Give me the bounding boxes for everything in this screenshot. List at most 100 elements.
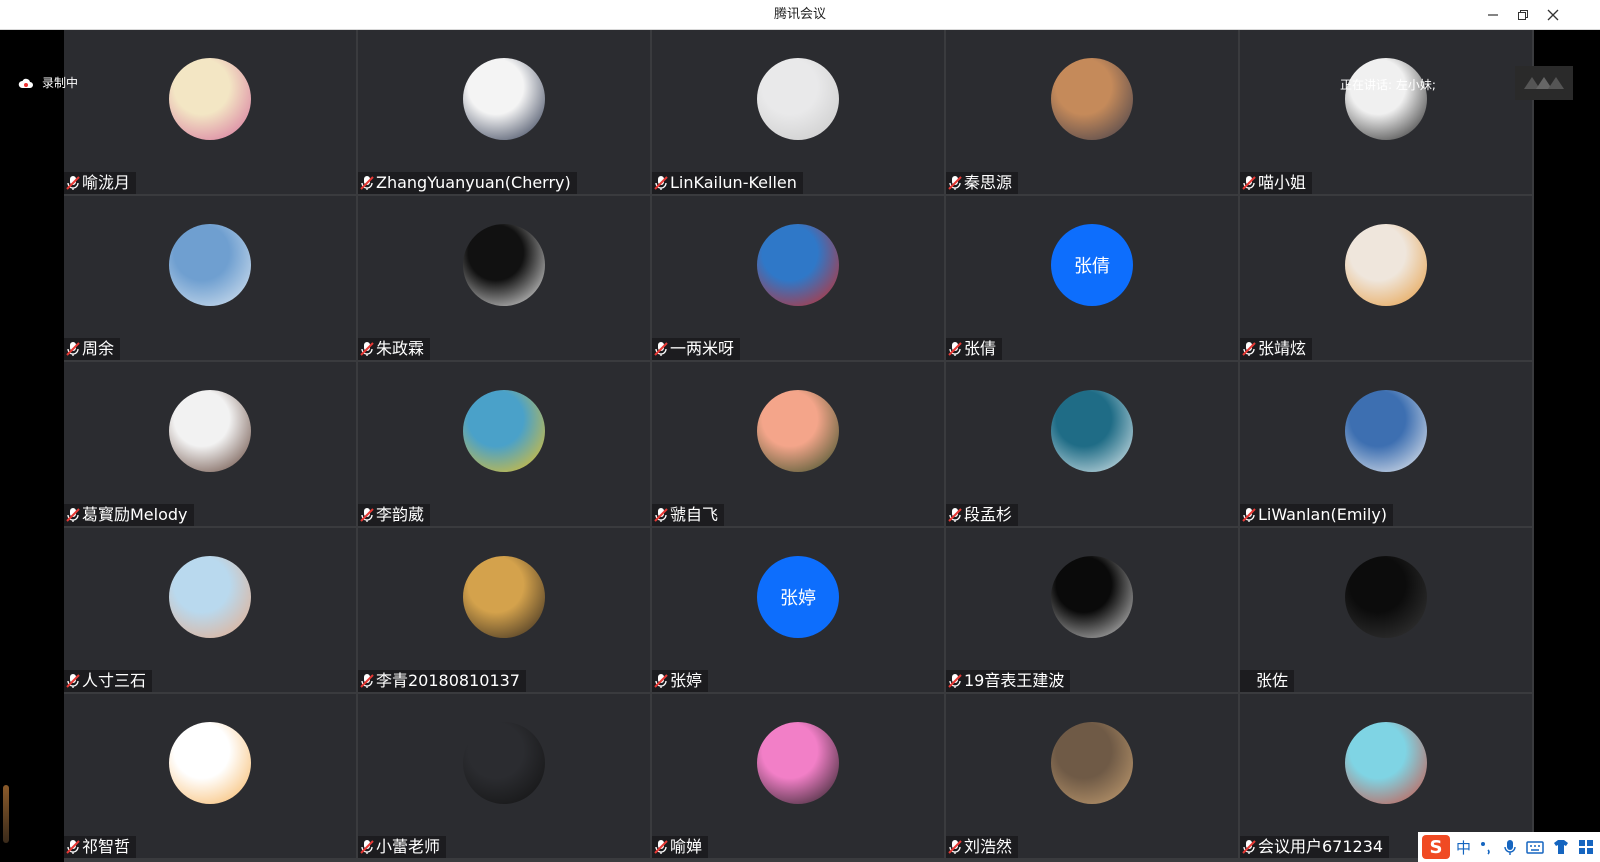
participant-tile[interactable]: 一两米呀 — [652, 196, 944, 360]
speaking-indicator: 正在讲话: 左小妹; — [1340, 78, 1436, 92]
participant-name: 葛寳励Melody — [82, 505, 188, 524]
man-white-shirt-avatar — [757, 58, 839, 140]
snow-mountain-avatar — [169, 224, 251, 306]
skin-icon[interactable] — [1551, 838, 1571, 856]
participant-tile[interactable]: 秦思源 — [946, 30, 1238, 194]
participant-name-tag: 张婷 — [652, 670, 709, 692]
recording-indicator[interactable]: 录制中 — [18, 74, 78, 91]
participant-name: 一两米呀 — [670, 339, 735, 358]
ime-toolbar[interactable]: S 中 — [1418, 832, 1600, 862]
participant-name: 张靖炫 — [1258, 339, 1307, 358]
participant-name: 祁智哲 — [82, 837, 131, 856]
participant-tile[interactable]: 刘浩然 — [946, 694, 1238, 858]
participant-tile[interactable]: 周余 — [64, 196, 356, 360]
participant-name-tag: 葛寳励Melody — [64, 504, 194, 526]
mic-muted-icon — [360, 342, 374, 356]
mic-muted-icon — [1242, 342, 1256, 356]
participant-name-tag: 张佐 — [1240, 670, 1295, 692]
close-icon[interactable] — [1538, 0, 1568, 30]
participant-name-tag: 李青20180810137 — [358, 670, 526, 692]
man-walking-avatar — [1051, 722, 1133, 804]
yellow-flower-avatar — [463, 390, 545, 472]
title-bar: 腾讯会议 — [0, 0, 1600, 30]
sogou-logo-icon[interactable]: S — [1422, 835, 1450, 859]
participant-tile[interactable]: LinKailun-Kellen — [652, 30, 944, 194]
volume-level-bar — [3, 785, 9, 843]
participant-name-tag: 小蕾老师 — [358, 836, 447, 858]
girl-tiger-illustration-avatar — [1345, 224, 1427, 306]
microphone-icon[interactable] — [1501, 838, 1519, 856]
participant-tile[interactable]: ZhangYuanyuan(Cherry) — [358, 30, 650, 194]
participant-tile[interactable]: 张婷 张婷 — [652, 528, 944, 692]
participant-tile[interactable]: LiWanlan(Emily) — [1240, 362, 1532, 526]
participant-tile[interactable]: 喻泷月 — [64, 30, 356, 194]
participant-tile[interactable]: 李韵葳 — [358, 362, 650, 526]
participant-name: 19音表王建波 — [964, 671, 1065, 690]
participant-name: LiWanlan(Emily) — [1258, 505, 1388, 524]
participant-tile[interactable]: 葛寳励Melody — [64, 362, 356, 526]
ime-mode-toggle[interactable]: 中 — [1456, 837, 1471, 858]
window-title: 腾讯会议 — [773, 7, 826, 22]
woman-black-dress-avatar — [463, 722, 545, 804]
mic-muted-icon — [66, 840, 80, 854]
mic-muted-icon — [948, 674, 962, 688]
participant-name-tag: 朱政霖 — [358, 338, 431, 360]
participant-tile[interactable]: 19音表王建波 — [946, 528, 1238, 692]
participant-tile[interactable]: 人寸三石 — [64, 528, 356, 692]
dark-figure-avatar — [1345, 58, 1427, 140]
participant-tile[interactable]: 喻婵 — [652, 694, 944, 858]
participant-name-tag: 喻婵 — [652, 836, 709, 858]
participant-name: 张婷 — [670, 671, 703, 690]
mic-muted-icon — [654, 508, 668, 522]
participant-tile[interactable]: 小蕾老师 — [358, 694, 650, 858]
participant-name: 朱政霖 — [376, 339, 425, 358]
mic-muted-icon — [1242, 508, 1256, 522]
mic-muted-icon — [654, 176, 668, 190]
participant-name: LinKailun-Kellen — [670, 173, 797, 192]
black-white-plush-avatar — [463, 224, 545, 306]
participant-name: 周余 — [82, 339, 115, 358]
mic-muted-icon — [948, 176, 962, 190]
minimize-icon[interactable] — [1478, 0, 1508, 30]
participant-name-tag: 秦思源 — [946, 172, 1019, 194]
participant-tile[interactable]: 虢自飞 — [652, 362, 944, 526]
participant-name-tag: 张靖炫 — [1240, 338, 1313, 360]
toolbox-icon[interactable] — [1577, 838, 1595, 856]
participant-name: ZhangYuanyuan(Cherry) — [376, 173, 571, 192]
mic-muted-icon — [360, 176, 374, 190]
participant-name-tag: 祁智哲 — [64, 836, 137, 858]
participant-name-tag: 喵小姐 — [1240, 172, 1313, 194]
mic-muted-icon — [360, 508, 374, 522]
mic-muted-icon — [1242, 840, 1256, 854]
punctuation-icon[interactable] — [1477, 838, 1495, 856]
king-monkey-avatar — [1345, 722, 1427, 804]
restore-icon[interactable] — [1508, 0, 1538, 30]
mic-muted-icon — [360, 674, 374, 688]
participant-tile[interactable]: 李青20180810137 — [358, 528, 650, 692]
participant-tile[interactable]: 张靖炫 — [1240, 196, 1532, 360]
participant-tile[interactable]: 张倩 张倩 — [946, 196, 1238, 360]
text-avatar: 张倩 — [1051, 224, 1133, 306]
tencent-meeting-logo-icon — [1515, 66, 1573, 100]
mic-muted-icon — [66, 674, 80, 688]
mic-muted-icon — [66, 342, 80, 356]
participant-name: 刘浩然 — [964, 837, 1013, 856]
mic-muted-icon — [1242, 176, 1256, 190]
keyboard-icon[interactable] — [1525, 838, 1545, 856]
participant-tile[interactable]: 朱政霖 — [358, 196, 650, 360]
participant-tile[interactable]: 祁智哲 — [64, 694, 356, 858]
participant-tile[interactable]: 张佐 — [1240, 528, 1532, 692]
mic-muted-icon — [654, 840, 668, 854]
participant-name-tag: LinKailun-Kellen — [652, 172, 803, 194]
pink-leopard-avatar — [757, 722, 839, 804]
participant-tile[interactable]: 喵小姐 — [1240, 30, 1532, 194]
dark-man-avatar — [1345, 556, 1427, 638]
pink-rose-avatar — [757, 390, 839, 472]
participant-name: 喵小姐 — [1258, 173, 1307, 192]
participant-tile[interactable]: 段孟杉 — [946, 362, 1238, 526]
participant-name: 小蕾老师 — [376, 837, 441, 856]
participant-name-tag: 19音表王建波 — [946, 670, 1071, 692]
participant-name-tag: 会议用户671234 — [1240, 836, 1390, 858]
participant-name: 喻婵 — [670, 837, 703, 856]
mic-muted-icon — [654, 674, 668, 688]
